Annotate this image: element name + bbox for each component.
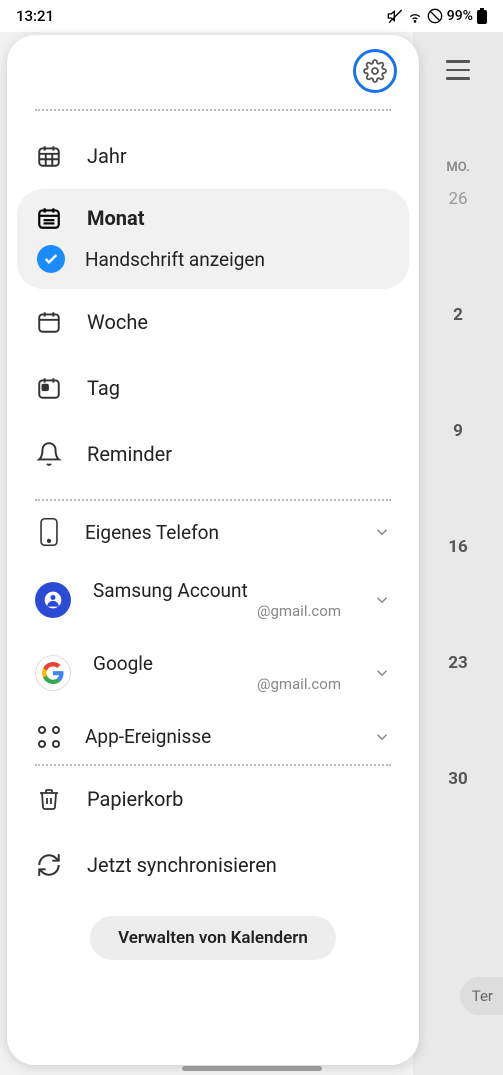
navigation-drawer: Jahr Monat Handschrift anzeigen Woche <box>7 35 419 1065</box>
month-icon <box>35 205 63 231</box>
trash-button[interactable]: Papierkorb <box>7 766 419 832</box>
event-pill[interactable]: Ter <box>460 977 503 1015</box>
calendar-background: MO. 26 2 9 16 23 30 Ter <box>413 32 503 1075</box>
day-number: 30 <box>448 769 468 789</box>
nav-handle[interactable] <box>182 1066 322 1071</box>
manage-calendars-button[interactable]: Verwalten von Kalendern <box>90 916 336 960</box>
handwriting-label: Handschrift anzeigen <box>85 248 265 271</box>
manage-label: Verwalten von Kalendern <box>118 928 308 948</box>
week-icon <box>35 309 63 335</box>
year-icon <box>35 143 63 169</box>
status-bar: 13:21 99% <box>0 0 503 32</box>
view-year[interactable]: Jahr <box>7 123 419 189</box>
chevron-down-icon <box>373 523 391 541</box>
chevron-down-icon <box>373 728 391 746</box>
view-month-selected[interactable]: Monat Handschrift anzeigen <box>17 189 409 289</box>
clock: 13:21 <box>16 7 54 25</box>
no-sim-icon <box>427 8 443 24</box>
account-email: @gmail.com <box>93 602 351 620</box>
account-phone[interactable]: Eigenes Telefon <box>7 501 419 563</box>
battery-percent: 99% <box>447 8 473 24</box>
google-icon <box>35 655 71 691</box>
view-reminder[interactable]: Reminder <box>7 421 419 487</box>
phone-icon <box>35 517 63 547</box>
account-email: @gmail.com <box>93 675 351 693</box>
handwriting-toggle[interactable]: Handschrift anzeigen <box>35 245 391 273</box>
view-week[interactable]: Woche <box>7 289 419 355</box>
battery-icon <box>477 8 487 24</box>
view-label: Jahr <box>87 144 127 168</box>
menu-icon[interactable] <box>446 60 470 80</box>
day-number: 2 <box>453 305 463 325</box>
day-number: 23 <box>448 653 468 673</box>
account-samsung[interactable]: Samsung Account @gmail.com <box>7 563 419 636</box>
settings-button[interactable] <box>353 49 397 93</box>
view-label: Woche <box>87 310 148 334</box>
weekday-label: MO. <box>446 160 469 175</box>
account-google[interactable]: Google @gmail.com <box>7 636 419 709</box>
day-number: 26 <box>448 189 467 209</box>
account-app-events[interactable]: App-Ereignisse <box>7 709 419 764</box>
check-icon <box>37 245 65 273</box>
app-events-icon <box>35 726 63 748</box>
wifi-icon <box>407 8 423 24</box>
samsung-icon <box>35 582 71 618</box>
account-label: App-Ereignisse <box>85 725 351 748</box>
status-icons: 99% <box>387 8 487 24</box>
mute-icon <box>387 8 403 24</box>
sync-icon <box>35 852 63 878</box>
chevron-down-icon <box>373 591 391 609</box>
account-label: Google <box>93 652 351 675</box>
action-label: Jetzt synchronisieren <box>87 853 277 877</box>
view-label: Monat <box>87 206 144 230</box>
account-label: Samsung Account <box>93 579 351 602</box>
view-label: Tag <box>87 376 120 400</box>
bell-icon <box>35 441 63 467</box>
day-number: 9 <box>453 421 463 441</box>
account-label: Eigenes Telefon <box>85 521 351 544</box>
gear-icon <box>363 59 387 83</box>
day-icon <box>35 375 63 401</box>
view-day[interactable]: Tag <box>7 355 419 421</box>
view-label: Reminder <box>87 442 172 466</box>
action-label: Papierkorb <box>87 787 183 811</box>
sync-button[interactable]: Jetzt synchronisieren <box>7 832 419 898</box>
day-number: 16 <box>448 537 468 557</box>
trash-icon <box>35 786 63 812</box>
chevron-down-icon <box>373 664 391 682</box>
